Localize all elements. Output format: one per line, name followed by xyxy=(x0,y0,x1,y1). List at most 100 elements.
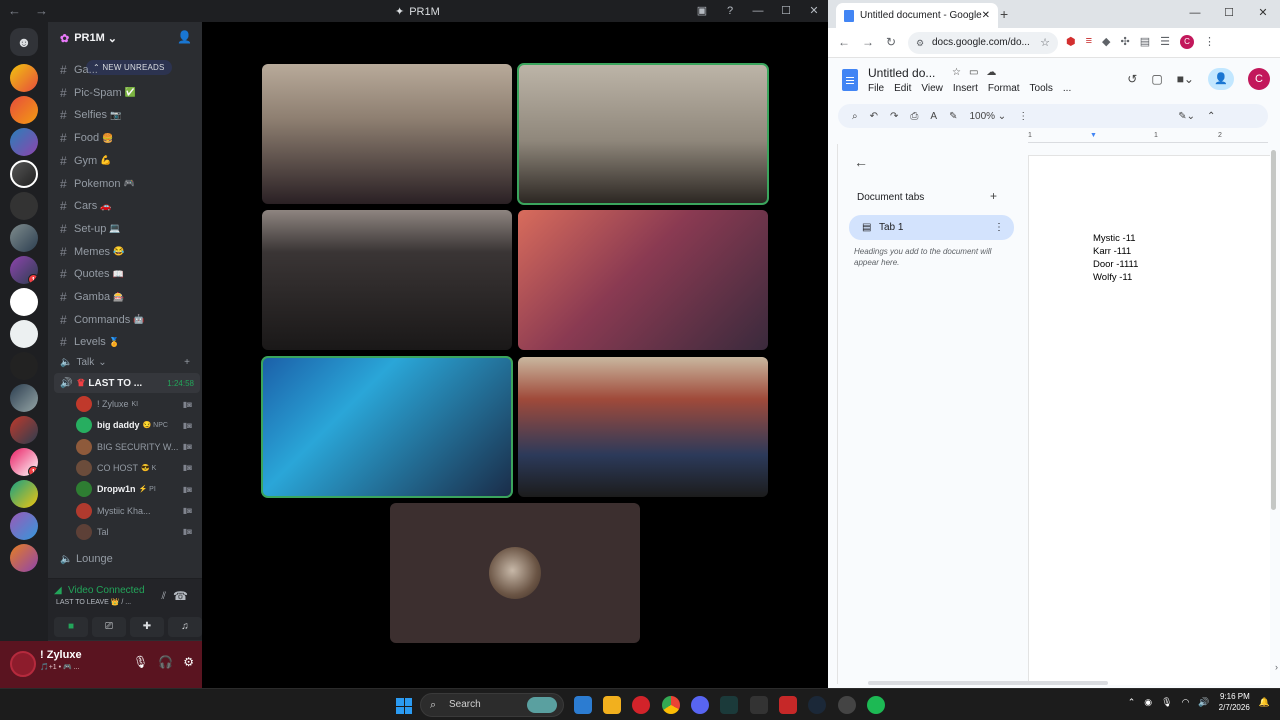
video-tile[interactable] xyxy=(262,64,512,204)
profile-avatar[interactable]: C xyxy=(1180,35,1194,49)
screen-share-button[interactable]: ⎚ xyxy=(92,617,126,637)
document-line[interactable]: Mystic -11 xyxy=(1093,232,1138,245)
extension-icon[interactable]: ⬢ xyxy=(1066,35,1076,49)
site-info-icon[interactable]: ⚙ xyxy=(916,32,924,54)
back-arrow-icon[interactable]: ← xyxy=(8,3,21,18)
meet-icon[interactable]: ■⌄ xyxy=(1177,72,1194,86)
task-view-icon[interactable] xyxy=(574,696,592,714)
maximize-button[interactable]: ☐ xyxy=(1212,0,1246,28)
document-page[interactable]: Mystic -11 Karr -111 Door -1111 Wolfy -11 xyxy=(1028,155,1270,685)
close-button[interactable]: ✕ xyxy=(800,0,828,22)
forward-arrow-icon[interactable]: → xyxy=(862,35,874,49)
paint-format-icon[interactable]: ✎ xyxy=(949,111,957,122)
indent-marker-icon[interactable]: ▼ xyxy=(1090,132,1097,139)
share-button[interactable]: 👤 xyxy=(1208,68,1234,90)
inbox-icon[interactable]: ▣ xyxy=(688,0,716,22)
wifi-icon[interactable]: ◠ xyxy=(1182,697,1190,708)
video-tile-speaking[interactable] xyxy=(517,63,769,205)
voice-category[interactable]: 🔈 Talk ⌄ + xyxy=(60,357,200,368)
video-tile[interactable] xyxy=(262,210,512,350)
channel-item[interactable]: # Cars 🚗 xyxy=(60,196,200,216)
server-icon[interactable] xyxy=(10,416,38,444)
comment-icon[interactable]: ▢ xyxy=(1151,72,1162,86)
disconnect-icon[interactable]: ☎ xyxy=(173,589,188,603)
volume-icon[interactable]: 🔊 xyxy=(1198,697,1209,708)
channel-item[interactable]: # Gym 💪 xyxy=(60,151,200,171)
server-icon-pr1m[interactable] xyxy=(10,160,38,188)
redo-icon[interactable]: ↷ xyxy=(890,111,898,122)
kebab-menu-icon[interactable]: ⋮ xyxy=(994,215,1004,240)
back-arrow-icon[interactable]: ← xyxy=(854,154,868,170)
voice-member[interactable]: ! Zyluxe KI ▮◙ xyxy=(76,394,196,414)
menu-item[interactable]: Format xyxy=(988,83,1020,94)
server-icon[interactable] xyxy=(10,192,38,220)
menu-item[interactable]: File xyxy=(868,83,884,94)
epic-games-icon[interactable] xyxy=(750,696,768,714)
server-icon[interactable] xyxy=(10,288,38,316)
extension-icon[interactable]: ◆ xyxy=(1102,35,1110,49)
folder-icon[interactable]: ▭ xyxy=(969,67,978,78)
voice-member[interactable]: Dropw1n ⚡ PI ▮◙ xyxy=(76,479,196,499)
more-icon[interactable]: ⋮ xyxy=(1018,111,1028,122)
search-icon[interactable]: ⌕ xyxy=(852,111,858,122)
server-header[interactable]: ✿ PR1M ⌄ 👤 xyxy=(48,22,202,54)
menu-item[interactable]: View xyxy=(921,83,943,94)
app-icon[interactable] xyxy=(838,696,856,714)
headphones-icon[interactable]: 🎧 xyxy=(158,655,173,669)
windows-start-icon[interactable] xyxy=(396,698,412,714)
star-icon[interactable]: ☆ xyxy=(952,67,961,78)
microphone-icon[interactable]: 🎙 xyxy=(133,655,148,669)
app-icon[interactable] xyxy=(720,696,738,714)
add-channel-icon[interactable]: + xyxy=(184,357,190,368)
steam-icon[interactable] xyxy=(808,696,826,714)
close-icon[interactable]: ✕ xyxy=(982,10,990,21)
address-bar[interactable]: ⚙ docs.google.com/do... ☆ xyxy=(908,32,1058,54)
account-avatar[interactable]: C xyxy=(1248,68,1270,90)
minimize-button[interactable]: — xyxy=(1178,0,1212,28)
taskbar-search[interactable]: ⌕ Search xyxy=(420,693,564,717)
undo-icon[interactable]: ↶ xyxy=(870,111,878,122)
channel-item[interactable]: # Gamba 🎰 xyxy=(60,287,200,307)
history-icon[interactable]: ↺ xyxy=(1127,72,1137,86)
menu-item[interactable]: Tools xyxy=(1030,83,1053,94)
channel-item[interactable]: # Ga... xyxy=(60,60,200,80)
server-icon[interactable] xyxy=(10,320,38,348)
server-icon[interactable]: 1 xyxy=(10,448,38,476)
close-button[interactable]: ✕ xyxy=(1246,0,1280,28)
add-tab-button[interactable]: + xyxy=(990,189,997,203)
clock[interactable]: 9:16 PM 2/7/2026 xyxy=(1219,691,1250,713)
server-icon[interactable] xyxy=(10,96,38,124)
document-title[interactable]: Untitled do... xyxy=(868,66,935,80)
menu-item[interactable]: Edit xyxy=(894,83,911,94)
channel-item[interactable]: # Commands 🤖 xyxy=(60,310,200,330)
tray-app-icon[interactable]: ◉ xyxy=(1144,697,1152,708)
spellcheck-icon[interactable]: A xyxy=(930,111,937,122)
voice-member[interactable]: CO HOST 😎 K ▮◙ xyxy=(76,458,196,478)
collapse-icon[interactable]: ⌃ xyxy=(1207,111,1215,122)
video-tile[interactable] xyxy=(518,357,768,497)
new-tab-button[interactable]: + xyxy=(1000,6,1008,22)
menu-item[interactable]: Insert xyxy=(953,83,978,94)
server-icon[interactable] xyxy=(10,544,38,572)
document-line[interactable]: Wolfy -11 xyxy=(1093,271,1138,284)
channel-item[interactable]: # Pokemon 🎮 xyxy=(60,174,200,194)
channel-item[interactable]: # Quotes 📖 xyxy=(60,264,200,284)
spotify-icon[interactable] xyxy=(867,696,885,714)
puzzle-icon[interactable]: ✣ xyxy=(1121,35,1130,49)
server-icon[interactable] xyxy=(10,128,38,156)
zoom-select[interactable]: 100% ⌄ xyxy=(969,111,1006,122)
horizontal-scrollbar[interactable] xyxy=(868,681,1108,685)
active-voice-channel[interactable]: 🔊 ♛ LAST TO ... 1:24:58 xyxy=(54,373,200,393)
channel-item[interactable]: # Memes 😂 xyxy=(60,242,200,262)
soundboard-button[interactable]: ♫ xyxy=(168,617,202,637)
menu-item[interactable]: ... xyxy=(1063,83,1071,94)
doc-tab-1[interactable]: ▤ Tab 1 ⋮ xyxy=(849,215,1014,240)
server-icon[interactable] xyxy=(10,224,38,252)
avatar[interactable] xyxy=(10,651,36,677)
server-icon[interactable]: 1 xyxy=(10,256,38,284)
cloud-icon[interactable]: ☁ xyxy=(986,67,996,78)
camera-button[interactable]: ■ xyxy=(54,617,88,637)
app-icon[interactable] xyxy=(779,696,797,714)
maximize-button[interactable]: ☐ xyxy=(772,0,800,22)
discord-home-icon[interactable]: ☻ xyxy=(10,28,38,56)
